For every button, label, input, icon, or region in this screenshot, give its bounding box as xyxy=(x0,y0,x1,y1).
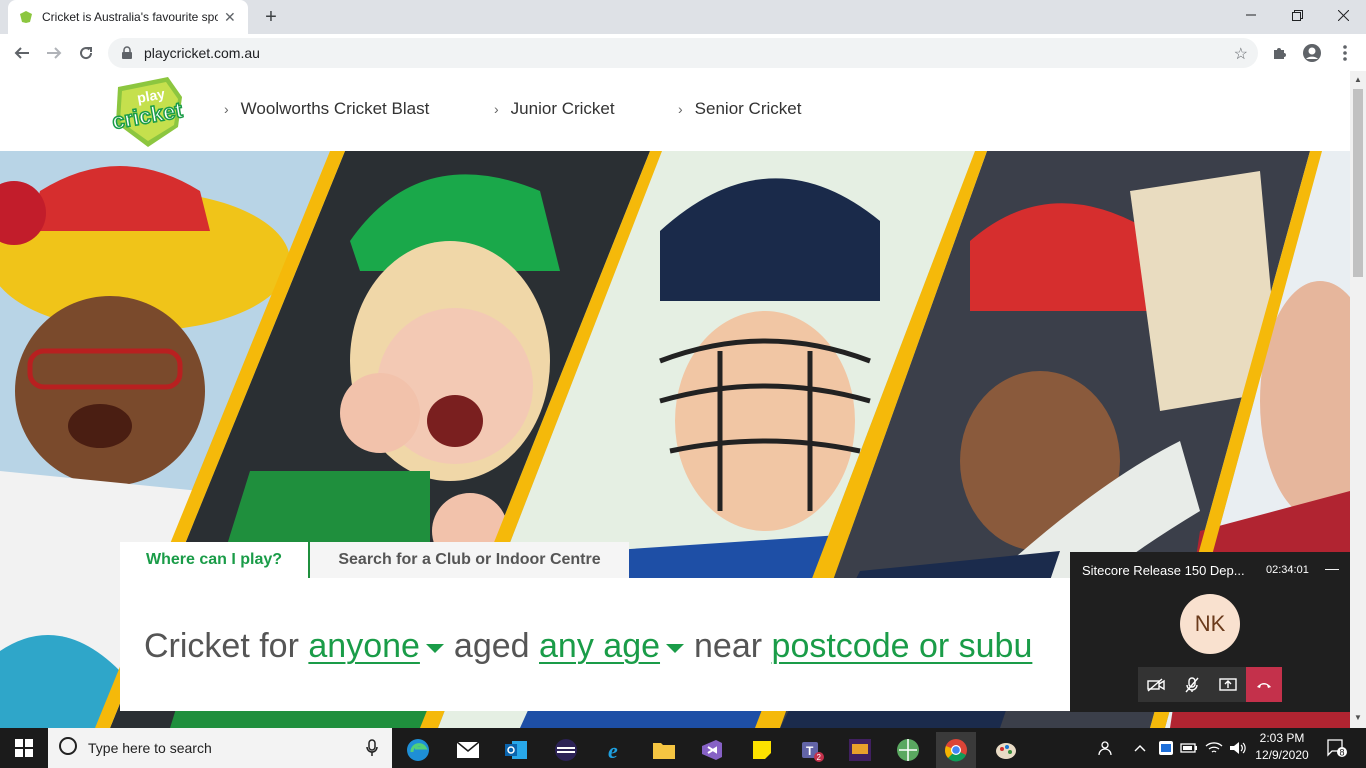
caret-down-icon[interactable] xyxy=(425,643,444,653)
sentence-text-1: Cricket for xyxy=(144,627,299,665)
reload-icon[interactable] xyxy=(72,39,100,67)
search-placeholder: Type here to search xyxy=(88,740,212,756)
location-input[interactable]: postcode or subu xyxy=(772,627,1033,665)
outlook-icon[interactable] xyxy=(496,732,536,768)
minimize-window-icon[interactable] xyxy=(1228,0,1274,30)
back-arrow-icon[interactable] xyxy=(8,39,36,67)
sentence-text-3: near xyxy=(694,627,763,665)
profile-avatar-icon[interactable] xyxy=(1301,42,1323,64)
wifi-icon[interactable] xyxy=(1203,728,1225,768)
nav-junior-cricket[interactable]: › Junior Cricket xyxy=(494,99,615,119)
share-screen-icon[interactable] xyxy=(1210,667,1246,702)
url-text: playcricket.com.au xyxy=(144,45,260,61)
edge-icon[interactable] xyxy=(398,732,438,768)
new-tab-button[interactable]: + xyxy=(258,4,284,30)
restore-window-icon[interactable] xyxy=(1274,0,1320,30)
system-clock[interactable]: 2:03 PM 12/9/2020 xyxy=(1252,730,1312,764)
extensions-puzzle-icon[interactable] xyxy=(1268,42,1290,64)
page-scrollbar[interactable]: ▲ ▼ xyxy=(1350,71,1366,728)
tab-title: Cricket is Australia's favourite spo xyxy=(42,10,218,24)
svg-text:T: T xyxy=(806,744,814,758)
forward-arrow-icon[interactable] xyxy=(40,39,68,67)
paint-icon[interactable] xyxy=(986,732,1026,768)
tray-app-icon[interactable] xyxy=(1155,728,1177,768)
tab-search-club[interactable]: Search for a Club or Indoor Centre xyxy=(310,542,629,578)
file-explorer-icon[interactable] xyxy=(644,732,684,768)
microphone-muted-icon[interactable] xyxy=(1174,667,1210,702)
windows-taskbar: Type here to search e T2 2:03 PM 12/9/20… xyxy=(0,728,1366,768)
finder-sentence: Cricket for anyone aged any age near postc… xyxy=(144,627,1032,666)
scrollbar-thumb[interactable] xyxy=(1353,89,1363,277)
age-dropdown[interactable]: any age xyxy=(539,627,660,665)
microphone-icon[interactable] xyxy=(366,739,378,762)
close-tab-icon[interactable]: ✕ xyxy=(224,9,236,26)
meeting-timer: 02:34:01 xyxy=(1266,564,1309,576)
svg-text:e: e xyxy=(608,738,618,762)
clock-time: 2:03 PM xyxy=(1259,731,1305,745)
windows-start-icon[interactable] xyxy=(0,728,48,768)
visual-studio-icon[interactable] xyxy=(692,732,732,768)
people-icon[interactable] xyxy=(1094,728,1116,768)
minimize-meeting-button[interactable]: — xyxy=(1325,560,1339,576)
notification-center-icon[interactable]: 8 xyxy=(1322,728,1352,768)
taskbar-search-box[interactable]: Type here to search xyxy=(48,728,392,768)
caret-down-icon[interactable] xyxy=(666,643,685,653)
participant-avatar: NK xyxy=(1180,594,1240,654)
bookmark-star-icon[interactable]: ☆ xyxy=(1234,44,1248,64)
mail-icon[interactable] xyxy=(448,732,488,768)
nav-woolworths-cricket-blast[interactable]: › Woolworths Cricket Blast xyxy=(224,99,429,119)
nav-label: Woolworths Cricket Blast xyxy=(240,99,430,118)
browser-toolbar: playcricket.com.au ☆ xyxy=(0,34,1366,72)
sentence-text-2: aged xyxy=(453,627,530,665)
chrome-menu-icon[interactable] xyxy=(1334,42,1356,64)
notification-count: 8 xyxy=(1340,748,1345,758)
camera-off-icon[interactable] xyxy=(1138,667,1174,702)
search-circle-icon xyxy=(58,736,78,761)
site-header: play cricket › Woolworths Cricket Blast … xyxy=(0,71,1350,151)
battery-icon[interactable] xyxy=(1178,728,1200,768)
sticky-notes-icon[interactable] xyxy=(742,732,782,768)
eclipse-icon[interactable] xyxy=(546,732,586,768)
nav-senior-cricket[interactable]: › Senior Cricket xyxy=(678,99,801,119)
browser-tab[interactable]: Cricket is Australia's favourite spo ✕ xyxy=(8,0,248,34)
teams-meeting-window[interactable]: Sitecore Release 150 Dep... 02:34:01 — N… xyxy=(1070,552,1350,712)
volume-icon[interactable] xyxy=(1227,728,1249,768)
nav-label: Senior Cricket xyxy=(694,99,802,118)
address-bar[interactable]: playcricket.com.au ☆ xyxy=(108,38,1258,68)
tab-where-can-i-play[interactable]: Where can I play? xyxy=(120,542,308,578)
chevron-right-icon: › xyxy=(678,101,683,117)
globe-app-icon[interactable] xyxy=(888,732,928,768)
cricket-favicon-icon xyxy=(18,9,34,25)
clock-date: 12/9/2020 xyxy=(1255,748,1309,762)
game-icon[interactable] xyxy=(840,732,880,768)
teams-icon[interactable]: T2 xyxy=(792,732,832,768)
scroll-up-icon[interactable]: ▲ xyxy=(1354,75,1362,84)
chevron-right-icon: › xyxy=(494,101,499,117)
who-dropdown[interactable]: anyone xyxy=(308,627,420,665)
play-cricket-logo[interactable]: play cricket xyxy=(108,77,192,149)
chevron-up-icon[interactable] xyxy=(1130,728,1150,768)
lock-icon xyxy=(120,46,134,60)
teams-badge: 2 xyxy=(817,753,822,762)
hang-up-icon[interactable] xyxy=(1246,667,1282,702)
chevron-right-icon: › xyxy=(224,101,229,117)
chrome-icon[interactable] xyxy=(936,732,976,768)
close-window-icon[interactable] xyxy=(1320,0,1366,30)
nav-label: Junior Cricket xyxy=(510,99,615,118)
browser-tab-strip: Cricket is Australia's favourite spo ✕ + xyxy=(0,0,1366,34)
meeting-title: Sitecore Release 150 Dep... xyxy=(1082,563,1245,578)
internet-explorer-icon[interactable]: e xyxy=(596,732,636,768)
scroll-down-icon[interactable]: ▼ xyxy=(1354,713,1362,722)
